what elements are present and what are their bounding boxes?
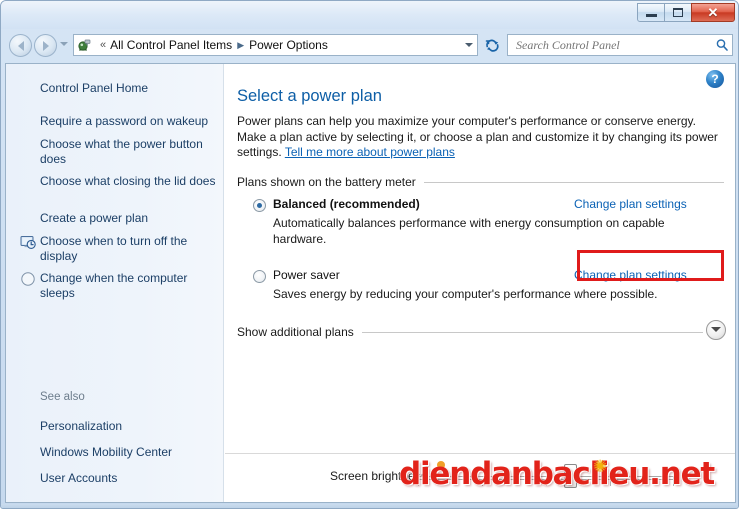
show-additional-plans-label[interactable]: Show additional plans [237, 325, 354, 339]
radio-power-saver[interactable] [253, 270, 266, 283]
search-input[interactable] [514, 36, 712, 54]
sidebar-see-also-heading: See also [40, 391, 85, 403]
sleep-moon-icon [20, 271, 36, 287]
forward-arrow-icon [42, 40, 49, 51]
slider-tick [610, 480, 611, 486]
help-button[interactable]: ? [706, 70, 724, 88]
refresh-icon [485, 39, 499, 52]
change-plan-settings-balanced[interactable]: Change plan settings [574, 197, 687, 211]
maximize-icon [673, 8, 683, 17]
show-additional-plans-rule [361, 331, 703, 333]
back-button[interactable] [9, 34, 32, 57]
close-icon: ✕ [707, 5, 719, 20]
group-header-rule [423, 181, 724, 183]
sidebar-item-power-button-does[interactable]: Choose what the power button does [40, 137, 216, 167]
brightness-slider-thumb[interactable] [564, 464, 577, 488]
page-title: Select a power plan [237, 87, 382, 105]
sidebar-item-create-power-plan[interactable]: Create a power plan [40, 211, 216, 226]
breadcrumb[interactable]: « All Control Panel Items ▶ Power Option… [96, 38, 461, 52]
breadcrumb-overflow[interactable]: « [100, 39, 106, 51]
sidebar: Control Panel Home Require a password on… [6, 64, 224, 502]
plan-description-power-saver: Saves energy by reducing your computer's… [273, 287, 658, 301]
search-icon[interactable] [712, 35, 732, 55]
title-bar: ✕ [1, 1, 738, 29]
breadcrumb-item-power-options[interactable]: Power Options [249, 38, 328, 52]
address-dropdown-chevron-icon[interactable] [461, 35, 477, 55]
display-clock-icon [20, 234, 36, 250]
battery-meter-group-header: Plans shown on the battery meter [237, 175, 724, 189]
sidebar-item-turn-off-display[interactable]: Choose when to turn off the display [40, 234, 216, 264]
search-box[interactable] [507, 34, 733, 56]
sidebar-item-control-panel-home[interactable]: Control Panel Home [40, 81, 216, 96]
slider-tick [482, 480, 483, 486]
slider-tick [418, 480, 419, 486]
sidebar-item-require-password[interactable]: Require a password on wakeup [40, 114, 216, 129]
address-bar[interactable]: « All Control Panel Items ▶ Power Option… [73, 34, 478, 56]
navigation-bar: « All Control Panel Items ▶ Power Option… [1, 29, 738, 62]
sidebar-item-closing-lid-does[interactable]: Choose what closing the lid does [40, 174, 216, 189]
plan-description-balanced: Automatically balances performance with … [273, 216, 665, 246]
control-panel-icon [77, 37, 93, 53]
intro-paragraph: Power plans can help you maximize your c… [237, 114, 724, 161]
slider-tick [546, 480, 547, 486]
plan-name-balanced[interactable]: Balanced (recommended) [273, 197, 420, 211]
control-panel-window: ✕ « All Control Panel Items ▶ Power Opti… [0, 0, 739, 509]
window-bottom-strip [1, 504, 738, 508]
screen-brightness-label: Screen brightness: [330, 469, 431, 483]
window-controls: ✕ [637, 2, 735, 23]
breadcrumb-item-all-control-panel-items[interactable]: All Control Panel Items [110, 38, 232, 52]
plan-name-power-saver[interactable]: Power saver [273, 268, 340, 282]
group-header-label: Plans shown on the battery meter [237, 175, 416, 189]
back-arrow-icon [17, 40, 24, 51]
bottom-separator [225, 453, 735, 454]
close-button[interactable]: ✕ [691, 3, 735, 22]
breadcrumb-separator-icon: ▶ [237, 39, 245, 50]
main-content: ? Select a power plan Power plans can he… [225, 64, 735, 502]
sidebar-item-user-accounts[interactable]: User Accounts [40, 471, 216, 486]
minimize-icon [645, 14, 657, 17]
minimize-button[interactable] [637, 3, 665, 22]
slider-tick [673, 480, 674, 486]
recent-pages-chevron-icon[interactable] [60, 42, 68, 46]
forward-button[interactable] [34, 34, 57, 57]
sidebar-item-windows-mobility-center[interactable]: Windows Mobility Center [40, 445, 216, 460]
sidebar-item-personalization[interactable]: Personalization [40, 419, 216, 434]
refresh-button[interactable] [481, 34, 503, 56]
tell-me-more-link[interactable]: Tell me more about power plans [285, 145, 455, 159]
change-plan-settings-power-saver[interactable]: Change plan settings [574, 268, 687, 282]
client-area: Control Panel Home Require a password on… [5, 63, 736, 503]
expand-chevron-down-icon[interactable] [706, 320, 726, 340]
radio-balanced[interactable] [253, 199, 266, 212]
show-additional-plans-row[interactable]: Show additional plans [237, 325, 703, 339]
sidebar-item-computer-sleeps[interactable]: Change when the computer sleeps [40, 271, 216, 301]
maximize-button[interactable] [664, 3, 692, 22]
